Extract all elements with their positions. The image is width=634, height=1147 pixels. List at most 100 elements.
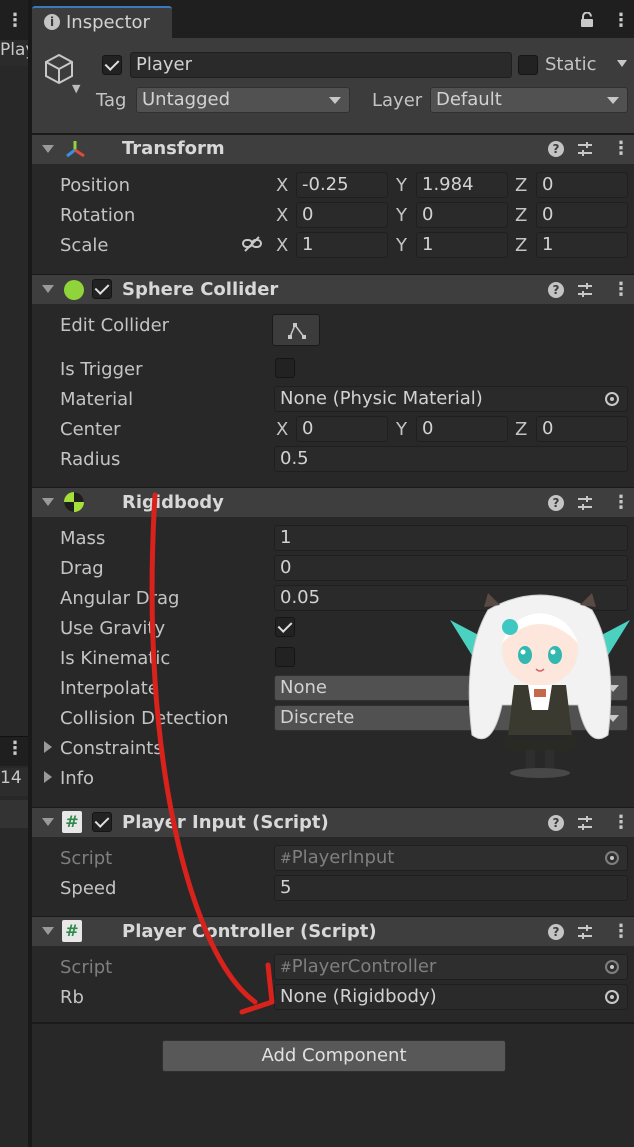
edit-collider-icon (288, 323, 306, 339)
project-item-count: 14 (0, 768, 28, 796)
scale-z-field[interactable]: 1 (536, 232, 628, 258)
material-label: Material (60, 389, 134, 410)
object-picker-icon (605, 960, 619, 974)
info-label[interactable]: Info (60, 768, 94, 789)
foldout-arrow-icon[interactable] (42, 285, 54, 293)
help-icon[interactable]: ? (548, 141, 564, 157)
axis-z-label[interactable]: Z (515, 205, 527, 226)
lock-icon[interactable] (580, 12, 594, 28)
sphere-collider-enabled-checkbox[interactable] (92, 279, 112, 299)
position-y-field[interactable]: 1.984 (416, 172, 508, 198)
material-object-field[interactable]: None (Physic Material) (274, 386, 628, 412)
scale-y-field[interactable]: 1 (416, 232, 508, 258)
tag-label: Tag (96, 90, 127, 111)
gameobject-cube-icon[interactable] (42, 52, 76, 86)
axis-y-label[interactable]: Y (396, 175, 407, 196)
center-x-field[interactable]: 0 (296, 416, 388, 442)
chevron-down-icon[interactable]: ▼ (72, 82, 80, 95)
kebab-menu-icon[interactable]: ⋮ (6, 10, 24, 31)
axis-y-label[interactable]: Y (396, 419, 407, 440)
info-foldout-icon[interactable] (44, 771, 52, 783)
axis-y-label[interactable]: Y (396, 205, 407, 226)
kebab-menu-icon[interactable]: ⋮ (6, 738, 24, 759)
kebab-menu-icon[interactable]: ⋮ (612, 812, 630, 833)
kebab-menu-icon[interactable]: ⋮ (612, 10, 630, 31)
kebab-menu-icon[interactable]: ⋮ (612, 492, 630, 513)
foldout-arrow-icon[interactable] (42, 145, 54, 153)
rotation-x-field[interactable]: 0 (296, 202, 388, 228)
tag-value: Untagged (142, 89, 231, 110)
drag-field[interactable]: 0 (274, 555, 628, 581)
axis-z-label[interactable]: Z (515, 419, 527, 440)
position-label: Position (60, 175, 131, 196)
center-y-field[interactable]: 0 (416, 416, 508, 442)
position-x-field[interactable]: -0.25 (296, 172, 388, 198)
player-controller-script-value: PlayerController (291, 956, 437, 977)
axis-x-label[interactable]: X (276, 205, 288, 226)
rb-value: None (Rigidbody) (280, 986, 437, 1007)
foldout-arrow-icon[interactable] (42, 818, 54, 826)
player-controller-script-field: #PlayerController (274, 954, 628, 980)
axis-x-label[interactable]: X (276, 235, 288, 256)
presets-sliders-icon[interactable] (577, 141, 593, 157)
link-constrain-icon[interactable] (242, 236, 262, 252)
presets-sliders-icon[interactable] (577, 924, 593, 940)
constraints-foldout-icon[interactable] (44, 741, 52, 753)
script-label: Script (60, 957, 113, 978)
radius-label: Radius (60, 449, 121, 470)
tab-inspector-label: Inspector (66, 12, 150, 33)
is-trigger-label: Is Trigger (60, 359, 143, 380)
speed-field[interactable]: 5 (274, 875, 628, 901)
collision-detection-value: Discrete (280, 707, 355, 728)
axis-y-label[interactable]: Y (396, 235, 407, 256)
transform-axes-icon (66, 141, 85, 158)
axis-z-label[interactable]: Z (515, 175, 527, 196)
rb-object-field[interactable]: None (Rigidbody) (274, 984, 628, 1010)
material-value: None (Physic Material) (280, 388, 483, 409)
script-hash-icon: # (62, 920, 82, 942)
scale-label: Scale (60, 235, 109, 256)
presets-sliders-icon[interactable] (577, 815, 593, 831)
axis-x-label[interactable]: X (276, 175, 288, 196)
help-icon[interactable]: ? (548, 495, 564, 511)
scale-x-field[interactable]: 1 (296, 232, 388, 258)
help-icon[interactable]: ? (548, 815, 564, 831)
help-icon[interactable]: ? (548, 924, 564, 940)
project-row[interactable] (0, 800, 28, 828)
hierarchy-tab[interactable]: Play (0, 40, 28, 66)
foldout-arrow-icon[interactable] (42, 498, 54, 506)
add-component-button[interactable]: Add Component (162, 1040, 506, 1072)
static-checkbox[interactable] (518, 55, 538, 75)
player-input-enabled-checkbox[interactable] (92, 812, 112, 832)
radius-field[interactable]: 0.5 (274, 446, 628, 472)
rotation-y-field[interactable]: 0 (416, 202, 508, 228)
layer-dropdown[interactable]: Default (430, 87, 628, 113)
kebab-menu-icon[interactable]: ⋮ (612, 279, 630, 300)
is-trigger-checkbox[interactable] (275, 358, 295, 378)
tab-inspector[interactable]: i Inspector (32, 6, 172, 38)
mass-field[interactable]: 1 (274, 525, 628, 551)
layer-value: Default (436, 89, 502, 110)
axis-z-label[interactable]: Z (515, 235, 527, 256)
object-picker-icon[interactable] (605, 990, 619, 1004)
player-input-script-value: PlayerInput (291, 847, 395, 868)
speed-label: Speed (60, 878, 117, 899)
rigidbody-icon (64, 492, 84, 512)
presets-sliders-icon[interactable] (577, 282, 593, 298)
object-active-checkbox[interactable] (102, 55, 122, 75)
tag-dropdown[interactable]: Untagged (136, 87, 350, 113)
edit-collider-button[interactable] (272, 314, 320, 346)
kebab-menu-icon[interactable]: ⋮ (612, 138, 630, 159)
kebab-menu-icon[interactable]: ⋮ (612, 921, 630, 942)
info-icon: i (44, 14, 60, 30)
center-z-field[interactable]: 0 (536, 416, 628, 442)
position-z-field[interactable]: 0 (536, 172, 628, 198)
object-name-field[interactable]: Player (130, 52, 512, 78)
static-dropdown-arrow-icon[interactable] (617, 60, 627, 67)
presets-sliders-icon[interactable] (577, 495, 593, 511)
help-icon[interactable]: ? (548, 282, 564, 298)
axis-x-label[interactable]: X (276, 419, 288, 440)
foldout-arrow-icon[interactable] (42, 927, 54, 935)
rotation-z-field[interactable]: 0 (536, 202, 628, 228)
object-picker-icon[interactable] (605, 392, 619, 406)
